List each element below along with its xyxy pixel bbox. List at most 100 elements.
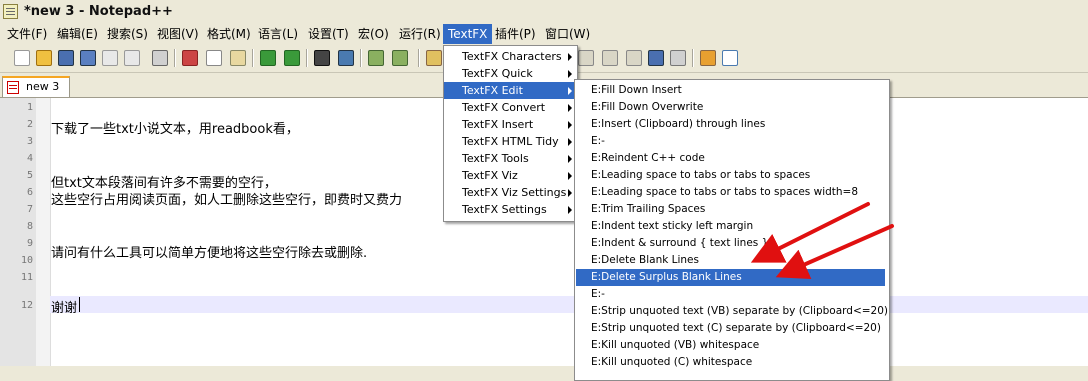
menu-bar: 文件(F) 编辑(E) 搜索(S) 视图(V) 格式(M) 语言(L) 设置(T… bbox=[0, 24, 1088, 44]
notepad-app-icon bbox=[3, 4, 18, 19]
line-number: 8 bbox=[26, 221, 33, 232]
new-file-icon[interactable] bbox=[14, 50, 30, 66]
menu-item-textfx-tools[interactable]: TextFX Tools bbox=[444, 150, 577, 167]
submenu-item-fill-down-overwrite[interactable]: E:Fill Down Overwrite bbox=[575, 99, 887, 116]
submenu-item-leading-space-tabs[interactable]: E:Leading space to tabs or tabs to space… bbox=[575, 167, 887, 184]
menu-textfx[interactable]: TextFX bbox=[443, 24, 493, 44]
print-icon[interactable] bbox=[152, 50, 168, 66]
menu-plugins[interactable]: 插件(P) bbox=[490, 24, 541, 44]
title-bar: *new 3 - Notepad++ bbox=[0, 0, 1088, 25]
save-icon[interactable] bbox=[58, 50, 74, 66]
submenu-arrow-icon bbox=[568, 155, 572, 163]
save-macro-icon[interactable] bbox=[670, 50, 686, 66]
find-icon[interactable] bbox=[314, 50, 330, 66]
submenu-arrow-icon bbox=[568, 172, 572, 180]
cut-icon[interactable] bbox=[182, 50, 198, 66]
menu-item-textfx-characters[interactable]: TextFX Characters bbox=[444, 48, 577, 65]
menu-language[interactable]: 语言(L) bbox=[253, 24, 303, 44]
submenu-arrow-icon bbox=[568, 121, 572, 129]
menu-window[interactable]: 窗口(W) bbox=[540, 24, 595, 44]
submenu-item-kill-unquoted-vb[interactable]: E:Kill unquoted (VB) whitespace bbox=[575, 337, 887, 354]
submenu-arrow-icon bbox=[568, 104, 572, 112]
line-number: 6 bbox=[26, 187, 33, 198]
stop-macro-icon[interactable] bbox=[602, 50, 618, 66]
submenu-arrow-icon bbox=[568, 138, 572, 146]
submenu-item-fill-down-insert[interactable]: E:Fill Down Insert bbox=[575, 82, 887, 99]
menu-item-textfx-edit[interactable]: TextFX Edit bbox=[444, 82, 577, 99]
fold-margin bbox=[36, 98, 51, 366]
save-all-icon[interactable] bbox=[80, 50, 96, 66]
window-title: *new 3 - Notepad++ bbox=[24, 4, 173, 19]
code-line: 请问有什么工具可以简单方便地将这些空行除去或删除. bbox=[51, 246, 368, 261]
line-number: 4 bbox=[26, 153, 33, 164]
menu-item-textfx-viz-settings[interactable]: TextFX Viz Settings bbox=[444, 184, 577, 201]
spellcheck-icon[interactable] bbox=[722, 50, 738, 66]
submenu-item-separator[interactable]: E:- bbox=[575, 133, 887, 150]
redo-icon[interactable] bbox=[284, 50, 300, 66]
menu-item-textfx-settings[interactable]: TextFX Settings bbox=[444, 201, 577, 218]
submenu-item-insert-clipboard[interactable]: E:Insert (Clipboard) through lines bbox=[575, 116, 887, 133]
line-number: 12 bbox=[20, 300, 33, 311]
submenu-arrow-icon bbox=[568, 53, 572, 61]
open-folder-icon[interactable] bbox=[36, 50, 52, 66]
menu-macro[interactable]: 宏(O) bbox=[353, 24, 394, 44]
submenu-item-strip-unquoted-c[interactable]: E:Strip unquoted text (C) separate by (C… bbox=[575, 320, 887, 337]
submenu-item-trim-trailing-spaces[interactable]: E:Trim Trailing Spaces bbox=[575, 201, 887, 218]
menu-edit[interactable]: 编辑(E) bbox=[52, 24, 103, 44]
submenu-arrow-icon bbox=[568, 206, 572, 214]
code-line: 这些空行占用阅读页面，如人工删除这些空行，即费时又费力 bbox=[51, 193, 403, 208]
submenu-item-delete-surplus-blank-lines[interactable]: E:Delete Surplus Blank Lines bbox=[576, 269, 885, 286]
line-number: 7 bbox=[26, 204, 33, 215]
tab-label: new 3 bbox=[26, 80, 60, 93]
menu-item-textfx-viz[interactable]: TextFX Viz bbox=[444, 167, 577, 184]
line-number: 3 bbox=[26, 136, 33, 147]
copy-icon[interactable] bbox=[206, 50, 222, 66]
text-caret bbox=[79, 297, 80, 312]
submenu-arrow-icon bbox=[568, 87, 572, 95]
record-macro-icon[interactable] bbox=[578, 50, 594, 66]
zoom-out-icon[interactable] bbox=[392, 50, 408, 66]
submenu-arrow-icon bbox=[568, 189, 572, 197]
monitor-icon[interactable] bbox=[700, 50, 716, 66]
line-number: 11 bbox=[20, 272, 33, 283]
menu-search[interactable]: 搜索(S) bbox=[102, 24, 153, 44]
menu-format[interactable]: 格式(M) bbox=[202, 24, 256, 44]
submenu-item-strip-unquoted-vb[interactable]: E:Strip unquoted text (VB) separate by (… bbox=[575, 303, 888, 320]
undo-icon[interactable] bbox=[260, 50, 276, 66]
replace-icon[interactable] bbox=[338, 50, 354, 66]
line-number: 1 bbox=[26, 102, 33, 113]
submenu-item-indent-sticky-left[interactable]: E:Indent text sticky left margin bbox=[575, 218, 887, 235]
submenu-item-indent-surround[interactable]: E:Indent & surround { text lines } bbox=[575, 235, 887, 252]
code-line: 下载了一些txt小说文本，用readbook看， bbox=[51, 122, 299, 137]
tab-new-3[interactable]: new 3 bbox=[2, 76, 70, 97]
submenu-item-delete-blank-lines[interactable]: E:Delete Blank Lines bbox=[575, 252, 887, 269]
submenu-item-kill-unquoted-c[interactable]: E:Kill unquoted (C) whitespace bbox=[575, 354, 887, 371]
line-number: 10 bbox=[20, 255, 33, 266]
line-number: 2 bbox=[26, 119, 33, 130]
run-macro-multiple-icon[interactable] bbox=[648, 50, 664, 66]
unsaved-file-icon bbox=[7, 81, 19, 94]
play-macro-icon[interactable] bbox=[626, 50, 642, 66]
menu-view[interactable]: 视图(V) bbox=[152, 24, 204, 44]
line-number: 5 bbox=[26, 170, 33, 181]
menu-item-textfx-insert[interactable]: TextFX Insert bbox=[444, 116, 577, 133]
close-all-icon[interactable] bbox=[124, 50, 140, 66]
submenu-item-reindent-cpp[interactable]: E:Reindent C++ code bbox=[575, 150, 887, 167]
menu-item-textfx-convert[interactable]: TextFX Convert bbox=[444, 99, 577, 116]
menu-run[interactable]: 运行(R) bbox=[394, 24, 446, 44]
current-line-highlight bbox=[50, 296, 1088, 313]
menu-settings[interactable]: 设置(T) bbox=[303, 24, 354, 44]
textfx-edit-submenu: E:Fill Down Insert E:Fill Down Overwrite… bbox=[574, 79, 890, 381]
submenu-item-separator[interactable]: E:- bbox=[575, 286, 887, 303]
menu-item-textfx-quick[interactable]: TextFX Quick bbox=[444, 65, 577, 82]
paste-icon[interactable] bbox=[230, 50, 246, 66]
code-line: 谢谢 bbox=[51, 301, 78, 316]
line-number: 9 bbox=[26, 238, 33, 249]
sync-scroll-icon[interactable] bbox=[426, 50, 442, 66]
menu-file[interactable]: 文件(F) bbox=[2, 24, 52, 44]
close-icon[interactable] bbox=[102, 50, 118, 66]
zoom-in-icon[interactable] bbox=[368, 50, 384, 66]
submenu-item-leading-space-tabs-width8[interactable]: E:Leading space to tabs or tabs to space… bbox=[575, 184, 887, 201]
submenu-arrow-icon bbox=[568, 70, 572, 78]
menu-item-textfx-html-tidy[interactable]: TextFX HTML Tidy bbox=[444, 133, 577, 150]
